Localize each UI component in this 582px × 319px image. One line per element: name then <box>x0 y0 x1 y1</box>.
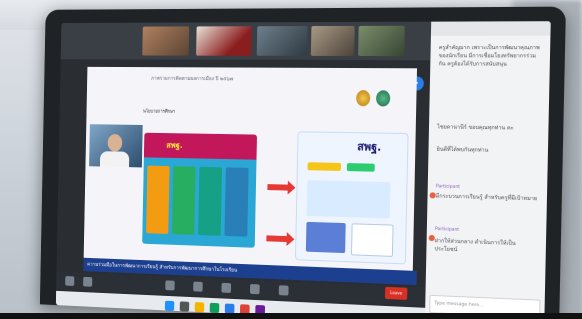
chat-panel: ครูสำคัญมาก เพราะเป็นการพัฒนาคุณภาพของนั… <box>424 21 551 319</box>
emblem-logo <box>356 90 371 107</box>
chat-message: มีกระบวนการเรียนรู้ สำหรับครูที่มีเป้าหม… <box>435 193 538 203</box>
slide-subtitle: นโยบายการศึกษา <box>142 109 176 115</box>
participant-video[interactable] <box>358 25 405 57</box>
laptop: › ภาพรวมการติดตามผลการเมือง ปี ๒๕๖๗ นโยบ… <box>39 6 566 319</box>
participant-video[interactable] <box>142 26 190 56</box>
mic-icon[interactable] <box>65 276 75 286</box>
presenter-head <box>107 134 123 152</box>
file-explorer-icon[interactable] <box>194 302 205 313</box>
chat-message: ครูสำคัญมาก เพราะเป็นการพัฒนาคุณภาพของนั… <box>438 45 540 68</box>
participant-video[interactable] <box>256 26 308 56</box>
record-icon[interactable] <box>249 284 260 295</box>
participant-video[interactable] <box>310 25 355 57</box>
presentation-slide: ภาพรวมการติดตามผลการเมือง ปี ๒๕๖๗ นโยบาย… <box>83 66 418 271</box>
chat-message: ยินดีที่ได้พบกันทุกท่าน <box>436 146 489 154</box>
reactions-icon[interactable] <box>278 285 289 296</box>
participants-icon[interactable] <box>165 280 175 291</box>
sender-name: Participant <box>435 184 461 190</box>
panel-heading: สพฐ. <box>166 140 183 150</box>
sender-name: Participant <box>434 226 460 233</box>
agency-logo <box>375 90 391 107</box>
info-column <box>198 166 223 236</box>
laptop-bezel <box>0 313 582 319</box>
browser-icon[interactable] <box>209 302 220 314</box>
info-column <box>146 165 170 234</box>
arrow-right-icon <box>267 184 289 191</box>
arrow-right-icon <box>266 235 288 243</box>
info-card <box>350 223 394 257</box>
chat-header <box>430 21 551 36</box>
info-card <box>306 180 391 219</box>
presenter-body <box>99 151 130 168</box>
infographic-right: สพฐ. <box>294 131 409 265</box>
right-panel-heading: สพฐ. <box>357 140 382 154</box>
info-card <box>307 162 342 171</box>
chat-message: ฝากให้ส่วนกลาง ดำเนินการให้เป็นประโยชน์ <box>434 238 516 254</box>
info-column <box>171 166 196 235</box>
camera-icon[interactable] <box>83 276 93 287</box>
slide-title: ภาพรวมการติดตามผลการเมือง ปี ๒๕๖๗ <box>150 75 234 83</box>
participant-video[interactable] <box>196 26 252 56</box>
chat-icon[interactable] <box>193 281 203 292</box>
photo-background: › ภาพรวมการติดตามผลการเมือง ปี ๒๕๖๗ นโยบ… <box>0 0 582 319</box>
leave-button[interactable]: Leave <box>384 286 408 300</box>
start-icon[interactable] <box>164 300 175 311</box>
info-card <box>305 221 346 254</box>
info-column <box>224 167 249 237</box>
chat-message: ไชยดานานีร์ ขอบคุณทุกท่าน คะ <box>437 124 514 132</box>
info-card <box>346 163 375 172</box>
search-icon[interactable] <box>179 301 190 312</box>
share-screen-icon[interactable] <box>221 282 232 293</box>
laptop-screen: › ภาพรวมการติดตามผลการเมือง ปี ๒๕๖๗ นโยบ… <box>55 21 551 319</box>
presenter-video <box>89 124 143 168</box>
infographic-left: สพฐ. <box>142 132 258 248</box>
